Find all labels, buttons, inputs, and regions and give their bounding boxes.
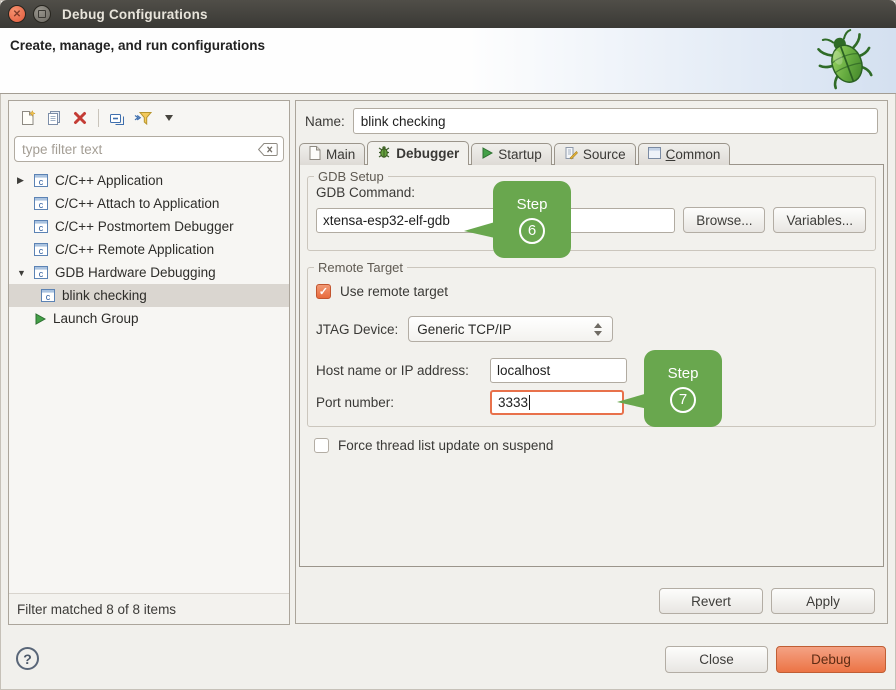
tree-item-cpp-attach[interactable]: c C/C++ Attach to Application	[9, 192, 289, 215]
step-7-callout: Step 7	[644, 350, 722, 427]
c-project-icon: c	[34, 174, 48, 187]
name-label: Name:	[305, 114, 345, 129]
host-label: Host name or IP address:	[316, 363, 490, 378]
use-remote-target-label: Use remote target	[340, 284, 448, 299]
tree-item-label: C/C++ Attach to Application	[55, 196, 219, 211]
gdb-setup-legend: GDB Setup	[314, 169, 388, 184]
variables-button[interactable]: Variables...	[773, 207, 866, 233]
tree-item-label: GDB Hardware Debugging	[55, 265, 216, 280]
svg-text:c: c	[46, 292, 51, 302]
svg-text:c: c	[39, 177, 44, 187]
delete-button[interactable]	[67, 106, 93, 130]
apply-button[interactable]: Apply	[771, 588, 875, 614]
configuration-tabs: Main Debugger Startup	[299, 141, 732, 165]
gdb-setup-group: GDB Setup GDB Command: Browse... Variabl…	[307, 169, 876, 251]
chevron-down-icon	[165, 115, 173, 121]
tab-main[interactable]: Main	[299, 143, 365, 165]
tree-item-launch-group[interactable]: Launch Group	[9, 307, 289, 330]
configuration-tree: c C/C++ Application c C/C++ Attach to Ap…	[9, 169, 289, 330]
remote-target-group: Remote Target Use remote target JTAG Dev…	[307, 260, 876, 427]
toolbar-separator	[98, 109, 99, 127]
close-button[interactable]: Close	[665, 646, 768, 673]
collapse-all-button[interactable]	[104, 106, 130, 130]
c-project-icon: c	[34, 243, 48, 256]
tree-item-label: C/C++ Remote Application	[55, 242, 214, 257]
port-label: Port number:	[316, 395, 490, 410]
tree-item-label: blink checking	[62, 288, 147, 303]
page-title: Create, manage, and run configurations	[10, 38, 265, 53]
common-tab-window-icon	[648, 147, 661, 162]
debugger-tab-content: GDB Setup GDB Command: Browse... Variabl…	[299, 164, 884, 567]
spinner-arrows-icon	[594, 323, 602, 336]
step-6-callout: Step 6	[493, 181, 571, 258]
debugger-tab-bug-icon	[377, 145, 391, 162]
tree-item-blink-checking[interactable]: c blink checking	[9, 284, 289, 307]
name-input[interactable]	[353, 108, 878, 134]
svg-text:c: c	[39, 200, 44, 210]
main-tab-page-icon	[309, 146, 321, 163]
step-number-badge: 6	[519, 218, 545, 244]
tab-source[interactable]: Source	[554, 143, 636, 165]
svg-text:c: c	[39, 269, 44, 279]
callout-tail-icon	[464, 222, 495, 238]
expander-expanded-icon[interactable]	[17, 268, 34, 278]
jtag-device-select[interactable]: Generic TCP/IP	[408, 316, 613, 342]
configuration-detail-panel: Name: Main Debugger Sta	[295, 100, 888, 624]
svg-text:c: c	[39, 223, 44, 233]
expander-collapsed-icon[interactable]	[17, 175, 34, 186]
c-project-icon: c	[34, 266, 48, 279]
revert-button[interactable]: Revert	[659, 588, 763, 614]
tree-item-gdb-hardware-debugging[interactable]: c GDB Hardware Debugging	[9, 261, 289, 284]
filter-input[interactable]	[14, 136, 284, 162]
configurations-panel: c C/C++ Application c C/C++ Attach to Ap…	[8, 100, 290, 625]
tab-startup[interactable]: Startup	[471, 143, 552, 165]
browse-button[interactable]: Browse...	[683, 207, 765, 233]
c-project-icon: c	[41, 289, 55, 302]
c-project-icon: c	[34, 220, 48, 233]
tab-debugger[interactable]: Debugger	[367, 141, 469, 165]
bug-icon	[814, 29, 878, 96]
callout-tail-icon	[617, 393, 648, 409]
tree-item-label: C/C++ Postmortem Debugger	[55, 219, 234, 234]
svg-text:c: c	[39, 246, 44, 256]
tab-common[interactable]: Common	[638, 143, 731, 165]
tree-item-cpp-postmortem[interactable]: c C/C++ Postmortem Debugger	[9, 215, 289, 238]
step-number-badge: 7	[670, 387, 696, 413]
force-thread-checkbox[interactable]	[314, 438, 329, 453]
tree-item-cpp-remote[interactable]: c C/C++ Remote Application	[9, 238, 289, 261]
help-button[interactable]: ?	[16, 647, 39, 670]
duplicate-button[interactable]	[41, 106, 67, 130]
clear-filter-icon[interactable]	[258, 143, 278, 156]
use-remote-target-checkbox[interactable]	[316, 284, 331, 299]
force-thread-label: Force thread list update on suspend	[338, 438, 553, 453]
window-restore-icon[interactable]	[33, 5, 51, 23]
text-cursor	[529, 395, 530, 410]
dialog-header: Create, manage, and run configurations	[0, 28, 896, 94]
tree-item-label: Launch Group	[53, 311, 139, 326]
port-input[interactable]	[490, 390, 624, 415]
source-tab-icon	[564, 146, 578, 163]
filter-status-text: Filter matched 8 of 8 items	[9, 593, 289, 624]
c-project-icon: c	[34, 197, 48, 210]
jtag-device-label: JTAG Device:	[316, 322, 398, 337]
window-close-icon[interactable]	[8, 5, 26, 23]
remote-target-legend: Remote Target	[314, 260, 407, 275]
new-configuration-button[interactable]	[15, 106, 41, 130]
tree-item-label: C/C++ Application	[55, 173, 163, 188]
launch-group-play-icon	[34, 313, 46, 325]
view-menu-button[interactable]	[156, 106, 182, 130]
gdb-command-label: GDB Command:	[316, 185, 875, 200]
host-input[interactable]	[490, 358, 627, 383]
startup-tab-play-icon	[481, 147, 493, 162]
window-titlebar: Debug Configurations	[0, 0, 896, 28]
debug-button[interactable]: Debug	[776, 646, 886, 673]
window-title: Debug Configurations	[62, 7, 208, 22]
filter-button[interactable]	[130, 106, 156, 130]
configurations-toolbar	[9, 101, 289, 133]
tree-item-cpp-application[interactable]: c C/C++ Application	[9, 169, 289, 192]
